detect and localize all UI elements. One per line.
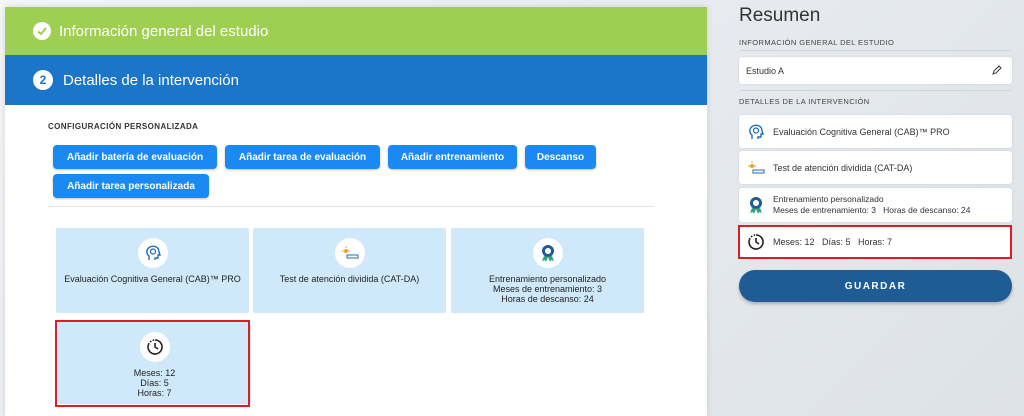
summary-item-cab: Evaluación Cognitiva General (CAB)™ PRO bbox=[739, 115, 1012, 148]
summary-item-cab-text: Evaluación Cognitiva General (CAB)™ PRO bbox=[773, 126, 950, 137]
step-number: 2 bbox=[33, 70, 53, 90]
divider bbox=[48, 206, 654, 207]
summary-details-label: DETALLES DE LA INTERVENCIÓN bbox=[739, 97, 870, 106]
head-badge-icon bbox=[532, 238, 563, 268]
summary-item-training-text: Entrenamiento personalizado Meses de ent… bbox=[773, 194, 971, 216]
card-cab[interactable]: Evaluación Cognitiva General (CAB)™ PRO bbox=[56, 228, 249, 313]
step-general-info[interactable]: Información general del estudio bbox=[5, 7, 707, 55]
summary-title: Resumen bbox=[739, 5, 821, 26]
step-intervention-details-label: Detalles de la intervención bbox=[63, 71, 239, 89]
summary-study-name-text: Estudio A bbox=[746, 65, 785, 76]
rest-button[interactable]: Descanso bbox=[525, 145, 596, 169]
attention-task-icon bbox=[334, 238, 365, 268]
head-brain-icon bbox=[745, 121, 767, 143]
highlight-box-rest-summary bbox=[738, 225, 1012, 259]
summary-item-training-detail: Meses de entrenamiento: 3 Horas de desca… bbox=[773, 205, 971, 215]
summary-item-training-title: Entrenamiento personalizado bbox=[773, 194, 884, 204]
summary-item-training: Entrenamiento personalizado Meses de ent… bbox=[739, 188, 1012, 222]
check-icon bbox=[33, 22, 51, 40]
summary-divider bbox=[739, 90, 1011, 91]
card-training-months: Meses de entrenamiento: 3 bbox=[492, 284, 603, 294]
head-brain-icon bbox=[137, 238, 168, 268]
pencil-icon[interactable] bbox=[992, 64, 1002, 77]
head-badge-icon bbox=[745, 194, 767, 216]
card-training-rest: Horas de descanso: 24 bbox=[501, 294, 594, 304]
step-general-info-label: Información general del estudio bbox=[59, 22, 269, 40]
summary-study-name[interactable]: Estudio A bbox=[739, 57, 1012, 84]
card-catda[interactable]: Test de atención dividida (CAT-DA) bbox=[253, 228, 446, 313]
summary-item-catda-text: Test de atención dividida (CAT-DA) bbox=[773, 162, 913, 173]
summary-general-label: INFORMACIÓN GENERAL DEL ESTUDIO bbox=[739, 38, 895, 47]
add-training-button[interactable]: Añadir entrenamiento bbox=[388, 145, 517, 169]
add-custom-task-button[interactable]: Añadir tarea personalizada bbox=[53, 174, 209, 198]
save-button[interactable]: GUARDAR bbox=[739, 270, 1012, 302]
card-training-title: Entrenamiento personalizado bbox=[488, 274, 607, 284]
card-cab-title: Evaluación Cognitiva General (CAB)™ PRO bbox=[64, 274, 241, 284]
custom-config-label: CONFIGURACIÓN PERSONALIZADA bbox=[48, 122, 199, 131]
attention-task-icon bbox=[745, 157, 767, 179]
step-intervention-details[interactable]: 2 Detalles de la intervención bbox=[5, 55, 707, 105]
card-catda-title: Test de atención dividida (CAT-DA) bbox=[279, 274, 420, 284]
summary-item-catda: Test de atención dividida (CAT-DA) bbox=[739, 151, 1012, 184]
card-training[interactable]: Entrenamiento personalizado Meses de ent… bbox=[451, 228, 644, 313]
add-assessment-task-button[interactable]: Añadir tarea de evaluación bbox=[225, 145, 380, 169]
add-assessment-battery-button[interactable]: Añadir batería de evaluación bbox=[53, 145, 217, 169]
highlight-box-rest-card bbox=[55, 320, 250, 407]
summary-divider bbox=[739, 50, 1011, 51]
